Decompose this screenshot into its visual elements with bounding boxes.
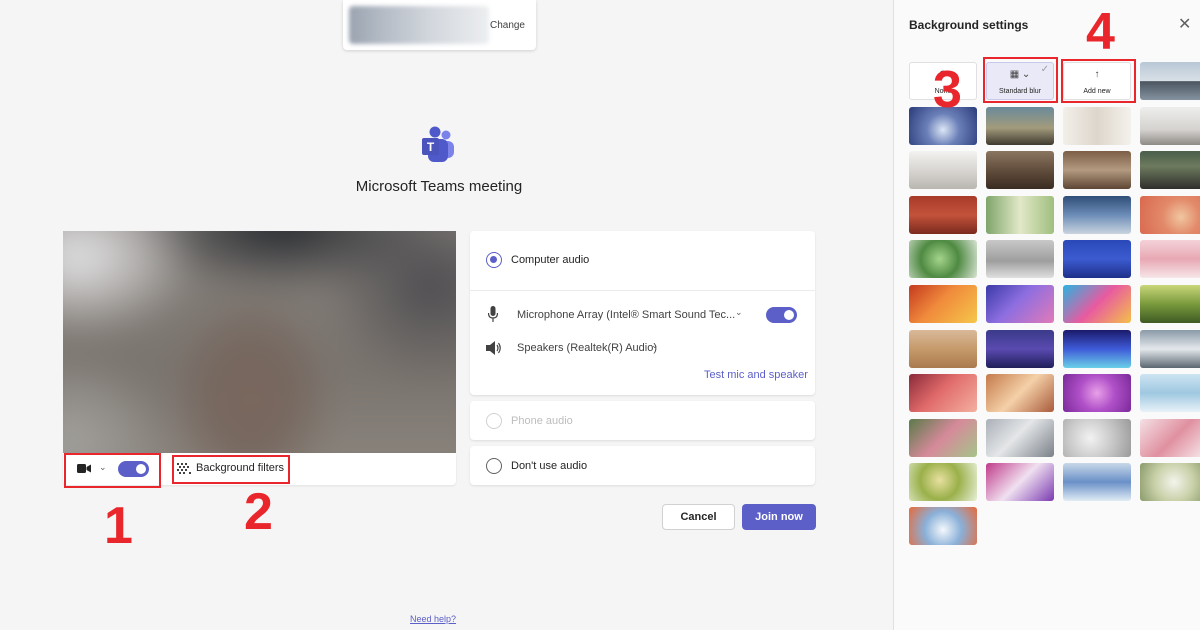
svg-text:T: T	[427, 140, 435, 154]
microphone-toggle[interactable]	[766, 307, 797, 323]
speaker-select[interactable]: Speakers (Realtek(R) Audio)	[517, 342, 657, 354]
background-thumbnail[interactable]	[1140, 240, 1200, 278]
speaker-icon	[486, 341, 501, 355]
background-thumbnail[interactable]	[909, 463, 977, 501]
panel-title: Background settings	[909, 18, 1029, 32]
background-thumbnail[interactable]	[909, 419, 977, 457]
background-thumbnail[interactable]	[1140, 151, 1200, 189]
background-thumbnail[interactable]	[909, 374, 977, 412]
annotation-number-4: 4	[1086, 3, 1115, 61]
change-account-link[interactable]: Change	[490, 20, 525, 31]
background-thumbnail[interactable]	[1063, 240, 1131, 278]
background-thumbnail[interactable]	[1140, 463, 1200, 501]
account-info-blurred	[349, 6, 489, 44]
annotation-box-camera	[64, 453, 161, 488]
need-help-link[interactable]: Need help?	[410, 614, 456, 624]
annotation-number-1: 1	[104, 497, 133, 555]
background-thumbnail[interactable]	[909, 507, 977, 545]
background-thumbnail[interactable]	[986, 374, 1054, 412]
divider	[470, 290, 815, 291]
speaker-chevron-icon[interactable]: ⌄	[651, 340, 659, 351]
video-preview	[63, 231, 456, 453]
phone-audio-label: Phone audio	[511, 415, 573, 427]
background-thumbnail[interactable]	[909, 240, 977, 278]
background-thumbnail[interactable]	[1140, 107, 1200, 145]
background-thumbnail[interactable]	[1063, 285, 1131, 323]
close-icon[interactable]: ✕	[1178, 14, 1191, 34]
background-thumbnail[interactable]	[1063, 196, 1131, 234]
microphone-chevron-icon[interactable]: ⌄	[735, 307, 743, 318]
background-thumbnail[interactable]	[1140, 330, 1200, 368]
background-thumbnail[interactable]	[1140, 374, 1200, 412]
background-thumbnail[interactable]	[909, 196, 977, 234]
annotation-number-2: 2	[244, 483, 273, 541]
no-audio-label: Don't use audio	[511, 460, 588, 472]
cancel-button[interactable]: Cancel	[662, 504, 735, 530]
microphone-icon	[488, 306, 498, 322]
join-now-button[interactable]: Join now	[742, 504, 816, 530]
teams-logo-icon: T	[422, 126, 454, 162]
background-thumbnail[interactable]	[986, 240, 1054, 278]
background-thumbnail[interactable]	[1140, 419, 1200, 457]
phone-audio-radio[interactable]	[486, 413, 502, 429]
background-thumbnail[interactable]	[986, 463, 1054, 501]
annotation-box-standard-blur	[983, 57, 1058, 103]
background-thumbnail[interactable]	[1063, 107, 1131, 145]
background-thumbnail[interactable]	[986, 419, 1054, 457]
background-thumbnail[interactable]	[986, 196, 1054, 234]
background-thumbnail[interactable]	[909, 151, 977, 189]
background-thumbnail[interactable]	[1063, 330, 1131, 368]
background-thumbnail[interactable]	[1140, 196, 1200, 234]
background-thumbnail[interactable]	[909, 285, 977, 323]
background-thumbnail[interactable]	[986, 107, 1054, 145]
annotation-number-3: 3	[933, 61, 962, 119]
computer-audio-label: Computer audio	[511, 254, 590, 266]
background-thumbnail[interactable]	[1063, 151, 1131, 189]
microphone-select[interactable]: Microphone Array (Intel® Smart Sound Tec…	[517, 309, 735, 321]
background-thumbnail[interactable]	[1063, 463, 1131, 501]
computer-audio-radio[interactable]	[486, 252, 502, 268]
meeting-title: Microsoft Teams meeting	[355, 178, 523, 195]
test-mic-speaker-link[interactable]: Test mic and speaker	[704, 369, 808, 381]
background-thumbnail[interactable]	[1063, 374, 1131, 412]
background-thumbnail[interactable]	[1140, 285, 1200, 323]
background-thumbnail[interactable]	[1140, 62, 1200, 100]
annotation-box-add-new	[1061, 59, 1136, 103]
background-thumbnail[interactable]	[986, 285, 1054, 323]
background-thumbnail[interactable]	[1063, 419, 1131, 457]
account-card: Change	[343, 0, 536, 50]
no-audio-radio[interactable]	[486, 458, 502, 474]
background-thumbnail[interactable]	[986, 151, 1054, 189]
annotation-box-background-filters	[172, 455, 290, 484]
background-thumbnail[interactable]	[986, 330, 1054, 368]
background-thumbnail[interactable]	[909, 330, 977, 368]
